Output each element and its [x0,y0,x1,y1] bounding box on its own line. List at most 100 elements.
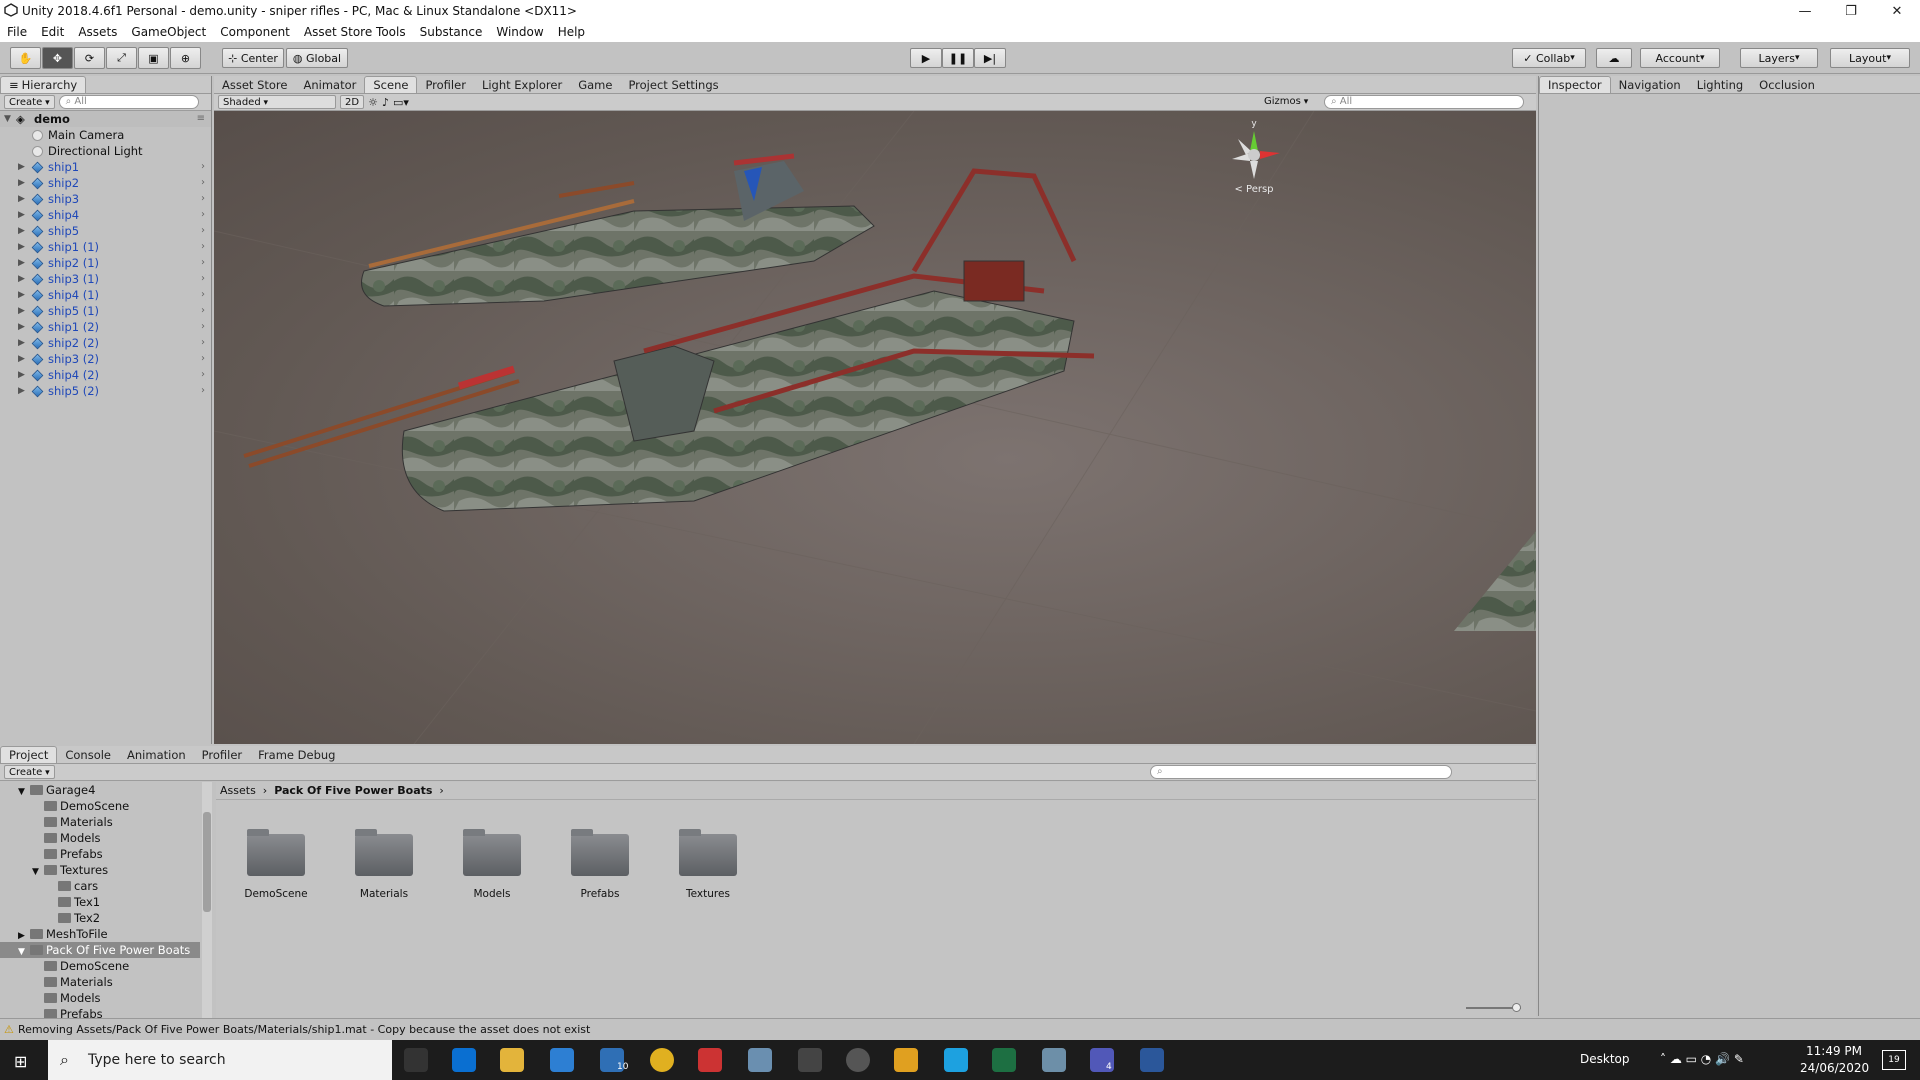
windows-start-icon[interactable]: ⊞ [14,1052,27,1071]
desktop-toolbar-label[interactable]: Desktop [1580,1052,1630,1066]
tab-hierarchy[interactable]: ≡ Hierarchy [0,76,87,93]
scale-tool-button[interactable]: ⤢ [106,47,137,69]
substance-icon[interactable] [698,1048,722,1072]
open-prefab-icon[interactable]: › [201,271,205,287]
2d-toggle[interactable]: 2D [340,95,365,109]
menu-item-gameobject[interactable]: GameObject [124,25,213,39]
hierarchy-item[interactable]: Main Camera [0,127,211,143]
hierarchy-search-input[interactable]: ⌕ All [58,95,199,109]
tree-scrollbar[interactable] [202,782,212,1018]
minimize-button[interactable]: — [1782,0,1828,22]
store-icon[interactable] [550,1048,574,1072]
tab-animation[interactable]: Animation [119,746,194,763]
hierarchy-item[interactable]: Directional Light [0,143,211,159]
breadcrumb-current[interactable]: Pack Of Five Power Boats [274,784,432,797]
hierarchy-item[interactable]: ▶ ship1 (2) › [0,319,211,335]
tab-asset-store[interactable]: Asset Store [214,76,296,93]
clock-time[interactable]: 11:49 PM [1806,1044,1862,1058]
transform-tool-button[interactable]: ⊕ [170,47,201,69]
rect-tool-button[interactable]: ▣ [138,47,169,69]
open-prefab-icon[interactable]: › [201,191,205,207]
breadcrumb-assets[interactable]: Assets [220,784,256,797]
project-tree-item[interactable]: ▼ Garage4 [0,782,200,798]
expand-arrow-icon[interactable]: ▶ [18,207,25,223]
chrome-icon[interactable] [650,1048,674,1072]
scene-search-input[interactable]: ⌕ All [1324,95,1524,109]
project-tree-item[interactable]: Prefabs [0,846,200,862]
expand-arrow-icon[interactable] [32,1008,44,1018]
expand-arrow-icon[interactable]: ▶ [18,175,25,191]
effects-dropdown-icon[interactable]: ▭▾ [393,96,409,109]
project-tree-item[interactable]: Models [0,830,200,846]
tab-animator[interactable]: Animator [296,76,365,93]
notification-icon[interactable]: 19 [1882,1050,1906,1070]
scene-root[interactable]: ▼ ◈ demo ≡ [0,111,211,127]
hierarchy-item[interactable]: ▶ ship2 › [0,175,211,191]
open-prefab-icon[interactable]: › [201,367,205,383]
hierarchy-item[interactable]: ▶ ship3 (1) › [0,271,211,287]
edge-icon[interactable] [452,1048,476,1072]
open-prefab-icon[interactable]: › [201,303,205,319]
project-tree-item[interactable]: DemoScene [0,798,200,814]
tab-lighting[interactable]: Lighting [1689,76,1751,93]
perspective-label[interactable]: < Persp [1219,184,1289,195]
expand-arrow-icon[interactable]: ▶ [18,383,25,399]
tab-frame-debug[interactable]: Frame Debug [250,746,343,763]
tab-project-settings[interactable]: Project Settings [620,76,726,93]
expand-arrow-icon[interactable]: ▶ [18,159,25,175]
hierarchy-item[interactable]: ▶ ship1 › [0,159,211,175]
pause-button[interactable]: ❚❚ [942,48,974,68]
gizmos-dropdown[interactable]: Gizmos [1260,95,1312,109]
project-tree-item[interactable]: Materials [0,974,200,990]
open-prefab-icon[interactable]: › [201,239,205,255]
hierarchy-item[interactable]: ▶ ship1 (1) › [0,239,211,255]
open-prefab-icon[interactable]: › [201,175,205,191]
orientation-gizmo[interactable]: y < Persp [1219,119,1289,199]
tab-inspector[interactable]: Inspector [1539,76,1611,93]
hierarchy-item[interactable]: ▶ ship5 (2) › [0,383,211,399]
hierarchy-item[interactable]: ▶ ship3 › [0,191,211,207]
pivot-global-button[interactable]: ◍ Global [286,48,348,68]
expand-arrow-icon[interactable]: ▶ [18,239,25,255]
open-prefab-icon[interactable]: › [201,207,205,223]
cinema4d-icon[interactable] [846,1048,870,1072]
expand-arrow-icon[interactable]: ▶ [18,223,25,239]
asset-folder[interactable]: Textures [670,829,746,900]
light-toggle-icon[interactable]: ☼ [368,96,378,109]
tab-scene[interactable]: Scene [364,76,418,93]
play-button[interactable]: ▶ [910,48,942,68]
tray-icons[interactable]: ˄ ☁ ▭ ◔ 🔊 ✎ [1660,1052,1744,1066]
expand-arrow-icon[interactable]: ▶ [18,303,25,319]
hierarchy-create-button[interactable]: Create [4,95,55,109]
hierarchy-item[interactable]: ▶ ship4 (1) › [0,287,211,303]
tab-console[interactable]: Console [57,746,119,763]
slack-icon[interactable] [894,1048,918,1072]
rotate-tool-button[interactable]: ⟳ [74,47,105,69]
project-tree-item[interactable]: Prefabs [0,1006,200,1018]
step-button[interactable]: ▶| [974,48,1006,68]
cloud-button[interactable]: ☁ [1596,48,1632,68]
excel-icon[interactable] [992,1048,1016,1072]
menu-item-window[interactable]: Window [489,25,550,39]
move-tool-button[interactable]: ✥ [42,47,73,69]
expand-arrow-icon[interactable]: ▶ [18,367,25,383]
menu-item-edit[interactable]: Edit [34,25,71,39]
asset-folder[interactable]: Prefabs [562,829,638,900]
project-tree-item[interactable]: ▼ Textures [0,862,200,878]
project-tree-item[interactable]: Tex2 [0,910,200,926]
open-prefab-icon[interactable]: › [201,287,205,303]
menu-item-file[interactable]: File [0,25,34,39]
open-prefab-icon[interactable]: › [201,383,205,399]
expand-arrow-icon[interactable]: ▶ [18,287,25,303]
menu-item-help[interactable]: Help [551,25,592,39]
project-tree-item[interactable]: Models [0,990,200,1006]
expand-arrow-icon[interactable]: ▶ [18,191,25,207]
open-prefab-icon[interactable]: › [201,255,205,271]
hierarchy-item[interactable]: ▶ ship2 (1) › [0,255,211,271]
tab-navigation[interactable]: Navigation [1611,76,1689,93]
open-prefab-icon[interactable]: › [201,223,205,239]
skype-icon[interactable] [944,1048,968,1072]
tab-game[interactable]: Game [570,76,620,93]
scene-viewport[interactable]: y < Persp [214,111,1536,744]
expand-arrow-icon[interactable]: ▶ [18,255,25,271]
